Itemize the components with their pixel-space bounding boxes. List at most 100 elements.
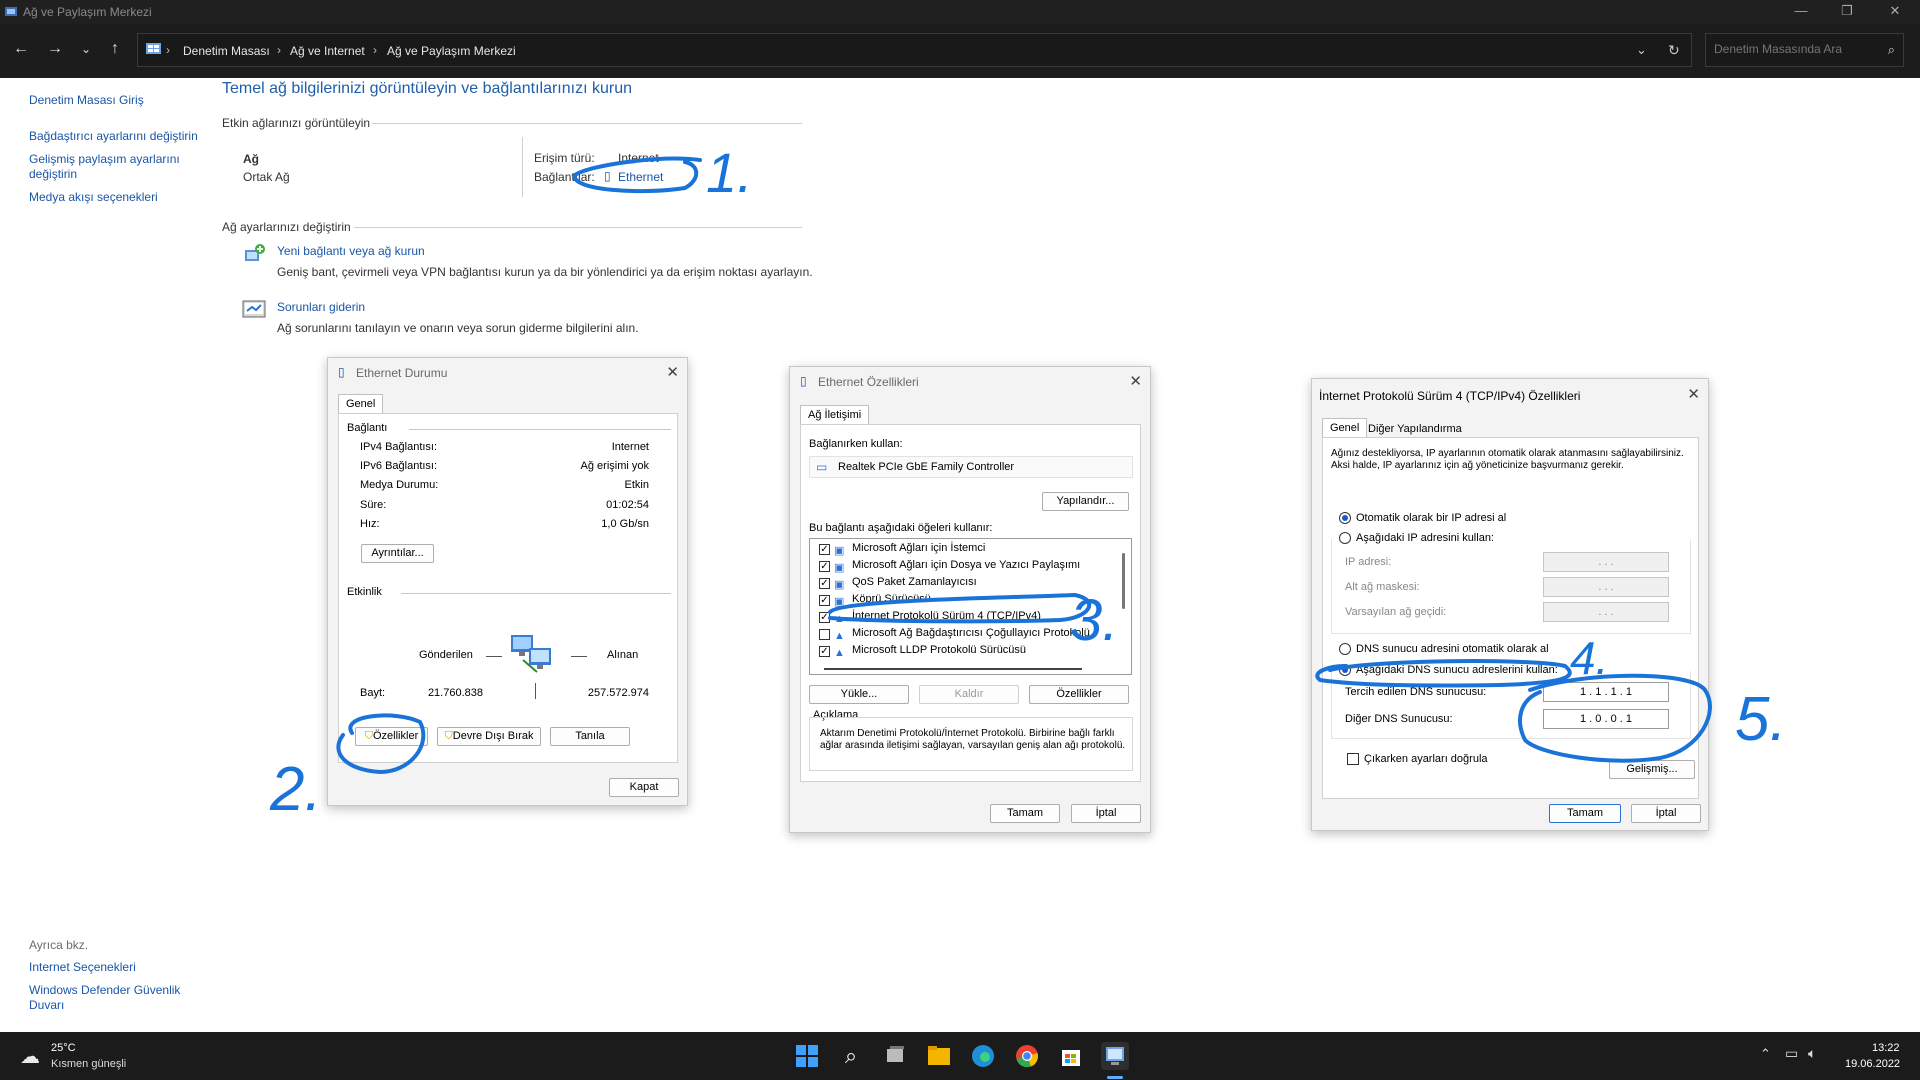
ok-button[interactable]: Tamam	[990, 804, 1060, 823]
horizontal-scrollbar[interactable]	[824, 668, 1082, 670]
list-item[interactable]: Köprü Sürücüsü	[852, 593, 931, 605]
new-connection-icon	[245, 244, 265, 261]
disable-button[interactable]: ⛉Devre Dışı Bırak	[437, 727, 541, 746]
list-item-ipv4[interactable]: İnternet Protokolü Sürüm 4 (TCP/IPv4)	[852, 610, 1041, 622]
control-panel-taskbar-icon[interactable]	[1101, 1042, 1129, 1070]
minimize-button[interactable]: —	[1778, 0, 1824, 24]
tab-networking[interactable]: Ağ İletişimi	[800, 405, 870, 424]
install-button[interactable]: Yükle...	[809, 685, 909, 704]
search-box[interactable]: ⌕	[1705, 33, 1904, 67]
cancel-button[interactable]: İptal	[1631, 804, 1701, 823]
sidebar-item-advanced-sharing[interactable]: Gelişmiş paylaşım ayarlarını	[29, 152, 180, 167]
chevron-up-icon[interactable]: ⌃	[1760, 1046, 1771, 1062]
checkbox[interactable]: ✓	[819, 595, 830, 606]
breadcrumb[interactable]: › Denetim Masası › Ağ ve Internet › Ağ v…	[137, 33, 1692, 67]
troubleshoot-link[interactable]: Sorunları giderin	[277, 300, 365, 314]
checkbox[interactable]: ✓	[819, 646, 830, 657]
forward-arrow-icon[interactable]: →	[44, 40, 66, 58]
window-title: Ağ ve Paylaşım Merkezi	[23, 5, 152, 19]
see-also-firewall[interactable]: Windows Defender Güvenlik	[29, 983, 180, 998]
network-status-icon[interactable]: ▭	[1785, 1045, 1798, 1062]
subnet-mask-field[interactable]: . . .	[1543, 577, 1669, 597]
recent-chevron-icon[interactable]: ⌄	[75, 42, 97, 56]
weather-temp[interactable]: 25°C	[51, 1042, 76, 1054]
checkbox[interactable]: ✓	[819, 612, 830, 623]
cancel-button[interactable]: İptal	[1071, 804, 1141, 823]
weather-desc[interactable]: Kısmen güneşli	[51, 1058, 126, 1070]
back-arrow-icon[interactable]: ←	[10, 40, 32, 58]
auto-ip-radio[interactable]	[1339, 512, 1351, 524]
breadcrumb-control-panel[interactable]: Denetim Masası	[183, 44, 270, 58]
items-label: Bu bağlantı aşağıdaki öğeleri kullanır:	[809, 522, 993, 534]
file-explorer-icon[interactable]	[925, 1042, 953, 1070]
sidebar-item-control-panel-home[interactable]: Denetim Masası Giriş	[29, 93, 144, 108]
ip-address-field[interactable]: . . .	[1543, 552, 1669, 572]
breadcrumb-network-internet[interactable]: Ağ ve Internet	[290, 44, 365, 58]
clock-time[interactable]: 13:22	[1872, 1042, 1900, 1054]
checkbox[interactable]: ✓	[819, 578, 830, 589]
close-button[interactable]: Kapat	[609, 778, 679, 797]
list-item[interactable]: Microsoft LLDP Protokolü Sürücüsü	[852, 644, 1026, 656]
auto-dns-radio[interactable]	[1339, 643, 1351, 655]
sidebar-item-adapter-settings[interactable]: Bağdaştırıcı ayarlarını değiştirin	[29, 129, 198, 144]
ethernet-status-dialog: ▯ Ethernet Durumu ✕ Genel Bağlantı IPv4 …	[327, 357, 688, 806]
see-also-firewall-cont[interactable]: Duvarı	[29, 998, 64, 1013]
task-view-icon[interactable]	[881, 1042, 909, 1070]
address-bar: ← → ⌄ ↑ › Denetim Masası › Ağ ve Interne…	[0, 24, 1920, 78]
uninstall-button[interactable]: Kaldır	[919, 685, 1019, 704]
tab-alternate-config[interactable]: Diğer Yapılandırma	[1360, 419, 1470, 438]
maximize-button[interactable]: ❐	[1824, 0, 1870, 24]
duration-label: Süre:	[360, 499, 387, 511]
close-icon[interactable]: ✕	[1687, 385, 1700, 403]
weather-icon[interactable]: ☁	[20, 1044, 40, 1069]
checkbox[interactable]: ✓	[819, 544, 830, 555]
annotation-5: 5.	[1735, 685, 1787, 754]
search-input[interactable]	[1714, 42, 1874, 56]
item-properties-button[interactable]: Özellikler	[1029, 685, 1129, 704]
new-connection-link[interactable]: Yeni bağlantı veya ağ kurun	[277, 244, 425, 258]
ethernet-link[interactable]: Ethernet	[618, 170, 663, 184]
list-item[interactable]: Microsoft Ağları için Dosya ve Yazıcı Pa…	[852, 559, 1080, 571]
edge-icon[interactable]	[969, 1042, 997, 1070]
diagnose-button[interactable]: Tanıla	[550, 727, 630, 746]
refresh-icon[interactable]: ↻	[1668, 42, 1680, 59]
checkbox[interactable]	[819, 629, 830, 640]
gateway-field[interactable]: . . .	[1543, 602, 1669, 622]
search-icon[interactable]: ⌕	[1888, 42, 1895, 58]
auto-ip-label[interactable]: Otomatik olarak bir IP adresi al	[1356, 512, 1506, 524]
details-button[interactable]: Ayrıntılar...	[361, 544, 434, 563]
breadcrumb-network-center[interactable]: Ağ ve Paylaşım Merkezi	[387, 44, 516, 58]
configure-button[interactable]: Yapılandır...	[1042, 492, 1129, 511]
dropdown-chevron-icon[interactable]: ⌄	[1636, 42, 1647, 58]
volume-icon[interactable]: 🔈︎	[1808, 1045, 1816, 1062]
list-item[interactable]: QoS Paket Zamanlayıcısı	[852, 576, 977, 588]
speed-value: 1,0 Gb/sn	[601, 518, 649, 530]
close-icon[interactable]: ✕	[1129, 372, 1142, 390]
preferred-dns-field[interactable]: 1 . 1 . 1 . 1	[1543, 682, 1669, 702]
store-icon[interactable]	[1057, 1042, 1085, 1070]
sidebar-item-media-streaming[interactable]: Medya akışı seçenekleri	[29, 190, 158, 205]
close-icon[interactable]: ✕	[666, 363, 679, 381]
list-item[interactable]: Microsoft Ağları için İstemci	[852, 542, 985, 554]
ok-button[interactable]: Tamam	[1549, 804, 1621, 823]
alternate-dns-field[interactable]: 1 . 0 . 0 . 1	[1543, 709, 1669, 729]
sidebar-item-advanced-sharing-cont[interactable]: değiştirin	[29, 167, 77, 182]
advanced-button[interactable]: Gelişmiş...	[1609, 760, 1695, 779]
tab-general[interactable]: Genel	[338, 394, 384, 413]
validate-label[interactable]: Çıkarken ayarları doğrula	[1364, 753, 1488, 765]
validate-checkbox[interactable]	[1347, 753, 1359, 765]
search-icon[interactable]: ⌕	[837, 1042, 865, 1070]
up-arrow-icon[interactable]: ↑	[104, 40, 126, 58]
scrollbar-thumb[interactable]	[1122, 553, 1125, 609]
list-item[interactable]: Microsoft Ağ Bağdaştırıcısı Çoğullayıcı …	[852, 627, 1090, 639]
access-type-label: Erişim türü:	[534, 151, 595, 165]
clock-date[interactable]: 19.06.2022	[1845, 1058, 1900, 1070]
auto-dns-label[interactable]: DNS sunucu adresini otomatik olarak al	[1356, 643, 1549, 655]
see-also-internet-options[interactable]: Internet Seçenekleri	[29, 960, 136, 975]
checkbox[interactable]: ✓	[819, 561, 830, 572]
chrome-icon[interactable]	[1013, 1042, 1041, 1070]
properties-button[interactable]: ⛉Özellikler	[355, 727, 428, 746]
close-window-button[interactable]: ✕	[1872, 0, 1918, 24]
start-icon[interactable]	[793, 1042, 821, 1070]
components-list[interactable]: ✓ Microsoft Ağları için İstemci ✓ Micros…	[809, 538, 1132, 675]
